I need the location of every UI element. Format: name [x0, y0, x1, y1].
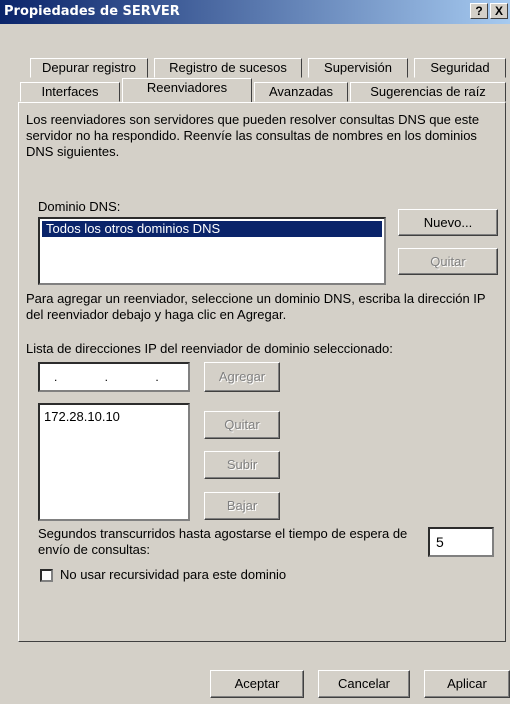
tab-reenviadores[interactable]: Reenviadores: [122, 78, 252, 102]
new-domain-button[interactable]: Nuevo...: [398, 209, 498, 236]
move-up-button[interactable]: Subir: [204, 451, 280, 479]
tab-avanzadas[interactable]: Avanzadas: [254, 82, 348, 102]
dns-domain-label: Dominio DNS:: [38, 199, 121, 214]
tab-interfaces[interactable]: Interfaces: [20, 82, 120, 102]
no-recursion-label: No usar recursividad para este dominio: [60, 567, 287, 582]
title-bar: Propiedades de SERVER ? X: [0, 0, 510, 24]
apply-button[interactable]: Aplicar: [424, 670, 510, 698]
timeout-label: Segundos transcurridos hasta agostarse e…: [38, 526, 408, 557]
add-ip-button[interactable]: Agregar: [204, 362, 280, 392]
ok-button[interactable]: Aceptar: [210, 670, 304, 698]
list-item[interactable]: 172.28.10.10: [44, 409, 120, 425]
tab-sugerencias-raiz[interactable]: Sugerencias de raíz: [350, 82, 506, 102]
close-button[interactable]: X: [490, 3, 508, 19]
dns-domain-list[interactable]: Todos los otros dominios DNS: [38, 217, 386, 285]
remove-domain-button[interactable]: Quitar: [398, 248, 498, 275]
timeout-input[interactable]: 5: [428, 527, 494, 557]
tab-seguridad[interactable]: Seguridad: [414, 58, 506, 78]
add-help-text: Para agregar un reenviador, seleccione u…: [26, 291, 486, 322]
tab-supervision[interactable]: Supervisión: [308, 58, 408, 78]
ip-address-list[interactable]: 172.28.10.10: [38, 403, 190, 521]
tab-depurar-registro[interactable]: Depurar registro: [30, 58, 148, 78]
intro-text: Los reenviadores son servidores que pued…: [26, 112, 480, 159]
list-item[interactable]: Todos los otros dominios DNS: [42, 221, 382, 237]
tab-registro-sucesos[interactable]: Registro de sucesos: [154, 58, 302, 78]
cancel-button[interactable]: Cancelar: [318, 670, 410, 698]
no-recursion-checkbox[interactable]: [40, 569, 53, 582]
help-button[interactable]: ?: [470, 3, 488, 19]
move-down-button[interactable]: Bajar: [204, 492, 280, 520]
remove-ip-button[interactable]: Quitar: [204, 411, 280, 439]
ip-address-input[interactable]: . . .: [38, 362, 190, 392]
window-title: Propiedades de SERVER: [4, 4, 180, 19]
ip-list-label: Lista de direcciones IP del reenviador d…: [26, 341, 393, 356]
